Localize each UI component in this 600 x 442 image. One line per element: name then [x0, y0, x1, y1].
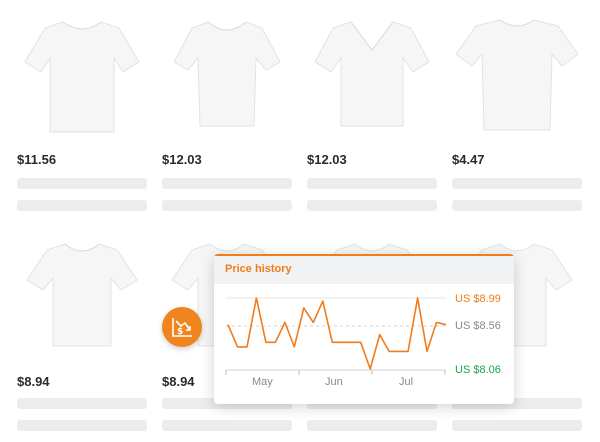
x-tick-label: Jun [325, 376, 343, 388]
product-price: $12.03 [307, 152, 347, 167]
product-price: $11.56 [17, 152, 57, 167]
product-price: $8.94 [17, 374, 50, 389]
product-price: $12.03 [162, 152, 202, 167]
placeholder-line [452, 200, 582, 211]
price-history-popup: Price history May Jun Jul US $8.99 US $8… [214, 254, 514, 404]
max-price-label: US $8.99 [455, 293, 501, 305]
placeholder-line [17, 420, 147, 431]
min-price-label: US $8.06 [455, 364, 501, 376]
placeholder-line [17, 200, 147, 211]
placeholder-line [452, 178, 582, 189]
price-history-badge[interactable]: $ [162, 307, 202, 347]
mid-price-label: US $8.56 [455, 320, 501, 332]
x-tick-label: May [252, 376, 273, 388]
placeholder-line [162, 178, 292, 189]
svg-text:$: $ [177, 327, 183, 337]
placeholder-line [452, 420, 582, 431]
placeholder-line [162, 420, 292, 431]
tshirt-image [455, 19, 579, 131]
price-drop-chart-icon: $ [172, 318, 192, 337]
placeholder-line [307, 420, 437, 431]
placeholder-line [307, 178, 437, 189]
tshirt-image [314, 21, 430, 127]
tshirt-image [26, 243, 138, 347]
x-tick-label: Jul [399, 376, 414, 388]
placeholder-line [17, 398, 147, 409]
price-line [227, 297, 447, 370]
placeholder-line [17, 178, 147, 189]
product-price: $4.47 [452, 152, 485, 167]
tshirt-image [24, 21, 140, 133]
product-price: $8.94 [162, 374, 195, 389]
placeholder-line [307, 200, 437, 211]
tshirt-image [173, 21, 281, 127]
placeholder-line [162, 200, 292, 211]
